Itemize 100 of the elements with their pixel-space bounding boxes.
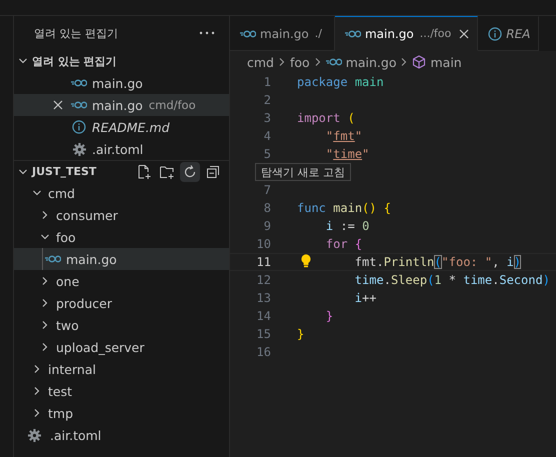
cube-icon [412, 55, 426, 69]
code-token: "foo: " [442, 255, 492, 269]
chevron-right-icon [40, 342, 50, 352]
chevron-right-icon [400, 57, 408, 67]
folder-item[interactable]: tmp [14, 402, 229, 424]
code-token: main [333, 201, 362, 215]
folder-item[interactable]: two [14, 314, 229, 336]
chevron-right-icon [40, 320, 50, 330]
lightbulb-icon[interactable] [300, 254, 312, 268]
folder-item[interactable]: one [14, 270, 229, 292]
code-token: { [354, 237, 362, 251]
folder-item[interactable]: consumer [14, 204, 229, 226]
line-number: 14 [256, 309, 271, 323]
line-number: 5 [264, 147, 271, 161]
file-item[interactable]: .air.toml [14, 424, 229, 446]
refresh-button[interactable] [180, 162, 200, 182]
line-number: 11 [256, 255, 271, 269]
code-token: Sleep [390, 273, 428, 287]
code-token: Second [499, 273, 543, 287]
code-token: * [448, 273, 457, 287]
go-file-icon [45, 255, 61, 263]
line-number: 15 [256, 327, 271, 341]
code-token: ) [514, 255, 522, 269]
file-item[interactable]: main.go [14, 248, 229, 270]
open-editor-item[interactable]: main.go [14, 72, 229, 94]
chevron-down-icon [40, 232, 50, 242]
code-token: main [354, 75, 384, 89]
sidebar-title: 열려 있는 편집기 [34, 26, 118, 40]
breadcrumb-item[interactable]: foo [290, 54, 310, 70]
code-token: i [354, 291, 362, 305]
breadcrumb-item[interactable]: cmd [247, 54, 274, 70]
chevron-right-icon [314, 57, 322, 67]
info-icon [72, 120, 86, 134]
code-token: " [326, 147, 334, 161]
line-number: 13 [256, 291, 271, 305]
code-token: " [354, 129, 362, 143]
code-token: time [333, 147, 362, 161]
line-number: 10 [256, 237, 271, 251]
code-token: ) [542, 273, 550, 287]
folder-item[interactable]: foo [14, 226, 229, 248]
code-token: } [326, 309, 334, 323]
go-file-icon [71, 101, 87, 109]
line-number: 8 [264, 201, 271, 215]
code-token: i [506, 255, 514, 269]
code-token: ( [434, 255, 442, 269]
breadcrumb-item[interactable]: main.go [346, 54, 396, 70]
chevron-right-icon [32, 408, 42, 418]
line-number: 4 [264, 129, 271, 143]
line-number: 9 [264, 219, 271, 233]
new-file-icon [136, 164, 152, 180]
folder-item[interactable]: internal [14, 358, 229, 380]
code-token: " [326, 129, 334, 143]
code-token: ( [348, 111, 355, 125]
code-token: import [297, 111, 340, 125]
close-icon [53, 100, 63, 110]
refresh-icon [182, 164, 198, 180]
folder-item[interactable]: test [14, 380, 229, 402]
editor-tab[interactable]: main.go ./ [230, 16, 335, 51]
go-file-icon [71, 79, 87, 87]
code-token: 0 [362, 219, 370, 233]
go-file-icon [240, 30, 256, 38]
line-number: 16 [256, 345, 271, 359]
code-token: . [492, 273, 500, 287]
go-file-icon [344, 30, 361, 38]
open-editor-item[interactable]: README.md [14, 116, 229, 138]
chevron-right-icon [40, 210, 50, 220]
open-editor-item[interactable]: .air.toml [14, 138, 229, 160]
section-header[interactable]: JUST_TEST [14, 160, 229, 182]
code-token: } [297, 327, 304, 341]
code-token: fmt. [354, 255, 384, 269]
more-icon [199, 31, 215, 35]
close-icon [459, 28, 470, 38]
code-token: for [326, 237, 348, 251]
editor-tab[interactable]: REA [478, 16, 540, 51]
section-header[interactable]: 열려 있는 편집기 [14, 50, 229, 72]
settings-icon [28, 428, 41, 442]
code-token: , [492, 255, 500, 269]
chevron-right-icon [40, 276, 50, 286]
code-token: 1 [434, 273, 442, 287]
tooltip: 탐색기 새로 고침 [255, 163, 351, 181]
settings-icon [72, 142, 86, 156]
open-editor-item[interactable]: main.go cmd/foo [14, 94, 229, 116]
line-number: 3 [264, 111, 271, 125]
code-token: " [362, 147, 370, 161]
folder-item[interactable]: upload_server [14, 336, 229, 358]
code-token: := [340, 219, 356, 233]
code-token: Println [384, 255, 434, 269]
collapse-icon [205, 164, 221, 180]
chevron-down-icon [18, 166, 28, 176]
breadcrumb-item[interactable]: main [430, 54, 462, 70]
folder-item[interactable]: cmd [14, 182, 229, 204]
editor-tab[interactable]: main.go .../foo [334, 16, 478, 51]
line-number: 7 [264, 183, 271, 197]
line-number: 2 [264, 93, 271, 107]
chevron-right-icon [32, 386, 42, 396]
chevron-down-icon [18, 56, 28, 66]
line-number: 12 [256, 273, 271, 287]
folder-item[interactable]: producer [14, 292, 229, 314]
code-token: package [297, 75, 348, 89]
chevron-down-icon [32, 188, 42, 198]
